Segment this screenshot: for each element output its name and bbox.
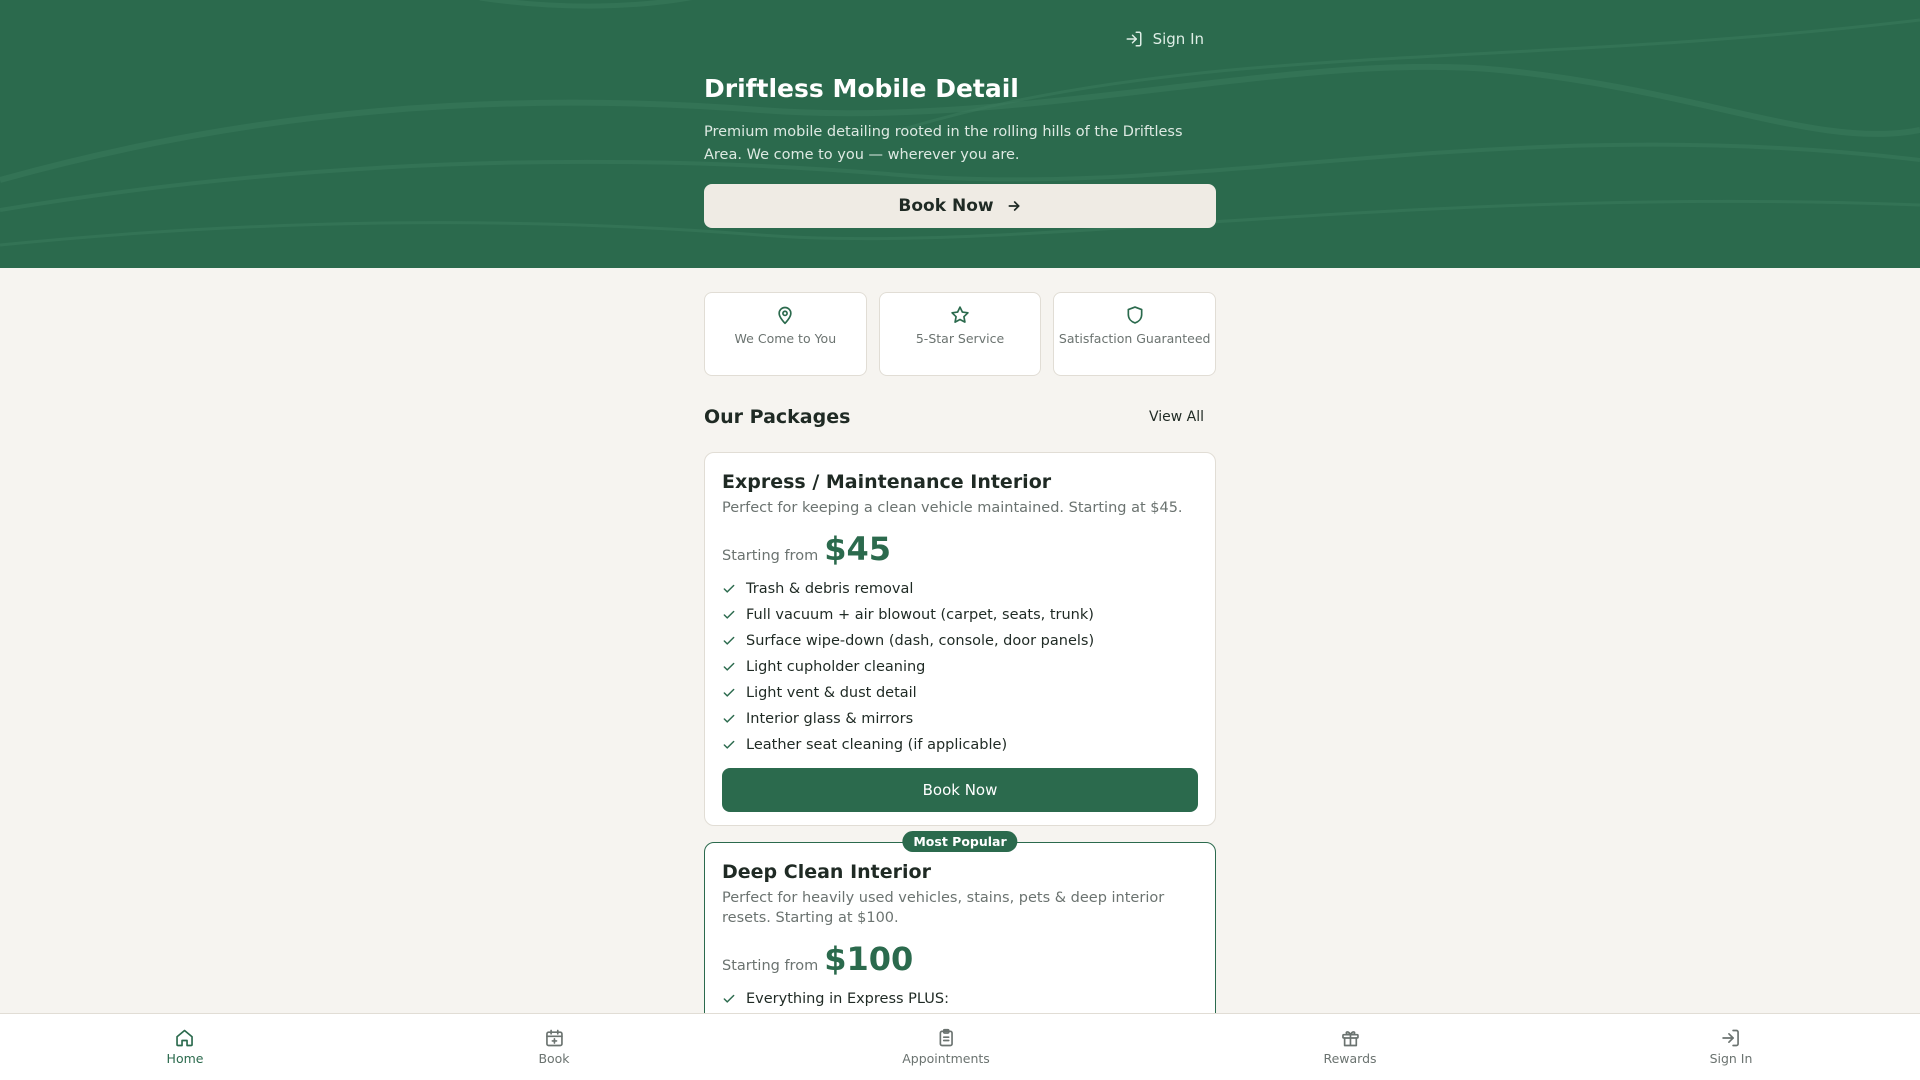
map-pin-icon [778, 306, 792, 325]
check-icon [723, 994, 735, 1003]
nav-item-rewards[interactable]: Rewards [1323, 1028, 1377, 1066]
list-item: Surface wipe-down (dash, console, door p… [722, 628, 1198, 654]
page-title: Driftless Mobile Detail [704, 74, 1019, 103]
list-item: Everything in Express PLUS: [722, 986, 1198, 1012]
nav-item-sign-in[interactable]: Sign In [1709, 1028, 1753, 1066]
nav-label: Sign In [1709, 1051, 1753, 1066]
feature-text: Leather seat cleaning (if applicable) [746, 737, 1008, 753]
feature-text: Light vent & dust detail [746, 685, 917, 701]
calendar-plus-icon [545, 1029, 563, 1047]
feature-satisfaction: Satisfaction Guaranteed [1053, 292, 1217, 376]
package-name: Deep Clean Interior [722, 861, 931, 883]
starting-from-label: Starting from [722, 548, 819, 564]
list-item: Trash & debris removal [722, 576, 1198, 602]
feature-text: Trash & debris removal [746, 581, 914, 597]
home-icon [176, 1029, 194, 1047]
feature-highlights: We Come to You 5-Star Service Satisfacti… [704, 292, 1217, 376]
list-item: Light vent & dust detail [722, 680, 1198, 706]
feature-we-come-to-you: We Come to You [704, 292, 867, 376]
feature-five-star: 5-Star Service [878, 292, 1042, 376]
packages-header: Our Packages View All [704, 406, 1216, 428]
hero-content: Sign In Driftless Mobile Detail Premium … [704, 0, 1216, 268]
check-icon [723, 688, 735, 697]
list-item: Leather seat cleaning (if applicable) [722, 732, 1198, 758]
package-description: Perfect for keeping a clean vehicle main… [722, 500, 1183, 516]
package-book-now-button[interactable]: Book Now [722, 768, 1198, 812]
arrow-right-icon [1008, 201, 1020, 211]
sign-in-icon [1126, 31, 1142, 47]
gift-icon [1341, 1031, 1359, 1047]
hero-subtitle: Premium mobile detailing rooted in the r… [704, 124, 1183, 163]
price-row: Starting from $45 [722, 530, 1198, 568]
check-icon [723, 740, 735, 749]
check-icon [723, 584, 735, 593]
feature-label: 5-Star Service [915, 331, 1005, 346]
sign-in-link[interactable]: Sign In [1125, 30, 1204, 48]
nav-item-book[interactable]: Book [538, 1028, 570, 1066]
feature-label: We Come to You [734, 331, 837, 346]
bottom-navigation: Home Book Appointments Rewards Sign In [0, 1013, 1920, 1080]
check-icon [723, 636, 735, 645]
feature-text: Surface wipe-down (dash, console, door p… [746, 633, 1095, 649]
package-name: Express / Maintenance Interior [722, 471, 1052, 493]
shield-icon [1127, 306, 1143, 324]
package-price: $45 [824, 530, 891, 568]
hero-book-now-label: Book Now [898, 196, 994, 216]
package-feature-list: Everything in Express PLUS: [722, 986, 1198, 1012]
clipboard-icon [939, 1028, 953, 1047]
nav-label: Appointments [902, 1051, 990, 1066]
package-feature-list: Trash & debris removal Full vacuum + air… [722, 576, 1198, 758]
list-item: Interior glass & mirrors [722, 706, 1198, 732]
feature-label: Satisfaction Guaranteed [1058, 331, 1211, 346]
package-card-express: Express / Maintenance Interior Perfect f… [704, 452, 1216, 826]
check-icon [723, 714, 735, 723]
star-icon [951, 306, 969, 323]
sign-in-label: Sign In [1152, 30, 1204, 48]
feature-text: Light cupholder cleaning [746, 659, 926, 675]
list-item: Full vacuum + air blowout (carpet, seats… [722, 602, 1198, 628]
package-description: Perfect for heavily used vehicles, stain… [722, 890, 1165, 926]
nav-item-home[interactable]: Home [166, 1028, 204, 1066]
nav-label: Rewards [1323, 1051, 1377, 1066]
starting-from-label: Starting from [722, 958, 819, 974]
price-row: Starting from $100 [722, 940, 1198, 978]
nav-label: Home [166, 1051, 204, 1066]
list-item: Light cupholder cleaning [722, 654, 1198, 680]
most-popular-badge: Most Popular [902, 831, 1018, 852]
check-icon [723, 662, 735, 671]
nav-item-appointments[interactable]: Appointments [902, 1028, 990, 1066]
feature-text: Everything in Express PLUS: [746, 991, 949, 1007]
book-now-label: Book Now [922, 781, 998, 799]
check-icon [723, 610, 735, 619]
feature-text: Full vacuum + air blowout (carpet, seats… [746, 607, 1094, 623]
feature-text: Interior glass & mirrors [746, 711, 914, 727]
nav-label: Book [538, 1051, 570, 1066]
view-all-link[interactable]: View All [1149, 409, 1204, 425]
packages-heading: Our Packages [704, 406, 851, 428]
hero-book-now-button[interactable]: Book Now [704, 184, 1216, 228]
sign-in-icon [1722, 1029, 1740, 1047]
package-price: $100 [824, 940, 914, 978]
hero-banner: Sign In Driftless Mobile Detail Premium … [0, 0, 1920, 268]
